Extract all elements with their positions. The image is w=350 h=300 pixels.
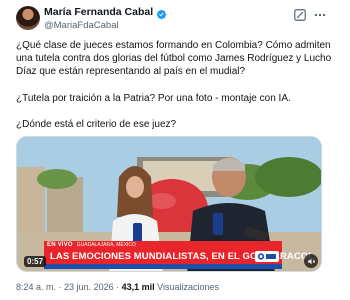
tweet-meta: 8:24 a. m. · 23 jun. 2026 · 43,1 mil Vis…: [16, 282, 219, 292]
author-handle[interactable]: @MariaFdaCabal: [44, 20, 119, 31]
author-display-name[interactable]: María Fernanda Cabal: [44, 6, 153, 18]
grok-icon[interactable]: [293, 8, 307, 22]
news-ticker: NoticiasCaracol · noticiascaracol.com: [44, 264, 282, 278]
live-label: EN VIVO: [47, 242, 73, 248]
volume-icon[interactable]: [304, 254, 318, 268]
location-label: GUADALAJARA, MÉXICO: [76, 242, 136, 248]
more-icon[interactable]: [313, 8, 327, 22]
ticker-text: NoticiasCaracol · noticiascaracol.com: [48, 274, 107, 278]
author-name-row: María Fernanda Cabal: [44, 6, 167, 19]
live-indicator-bar: EN VIVO GUADALAJARA, MÉXICO: [44, 241, 282, 249]
views-count[interactable]: 43,1 mil: [122, 282, 155, 292]
avatar[interactable]: [16, 6, 40, 30]
video-duration-badge: 0:57: [24, 256, 47, 267]
tweet-text-paragraph-1: ¿Qué clase de jueces estamos formando en…: [16, 40, 332, 77]
video-headline-bar: LAS EMOCIONES MUNDIALISTAS, EN EL GOL CA…: [44, 249, 314, 264]
verified-badge-icon[interactable]: [156, 7, 167, 19]
caracol-logo-icon: [255, 251, 279, 262]
tweet-card[interactable]: María Fernanda Cabal @MariaFdaCabal ¿Qué…: [0, 0, 350, 300]
tweet-text-paragraph-2: ¿Tutela por traición a la Patria? Por un…: [16, 93, 291, 104]
tweet-text-paragraph-3: ¿Dónde está el criterio de ese juez?: [16, 119, 177, 130]
tweet-time[interactable]: 8:24 a. m.: [16, 282, 56, 292]
tweet-date[interactable]: 23 jun. 2026: [64, 282, 114, 292]
views-label: Visualizaciones: [157, 282, 220, 292]
